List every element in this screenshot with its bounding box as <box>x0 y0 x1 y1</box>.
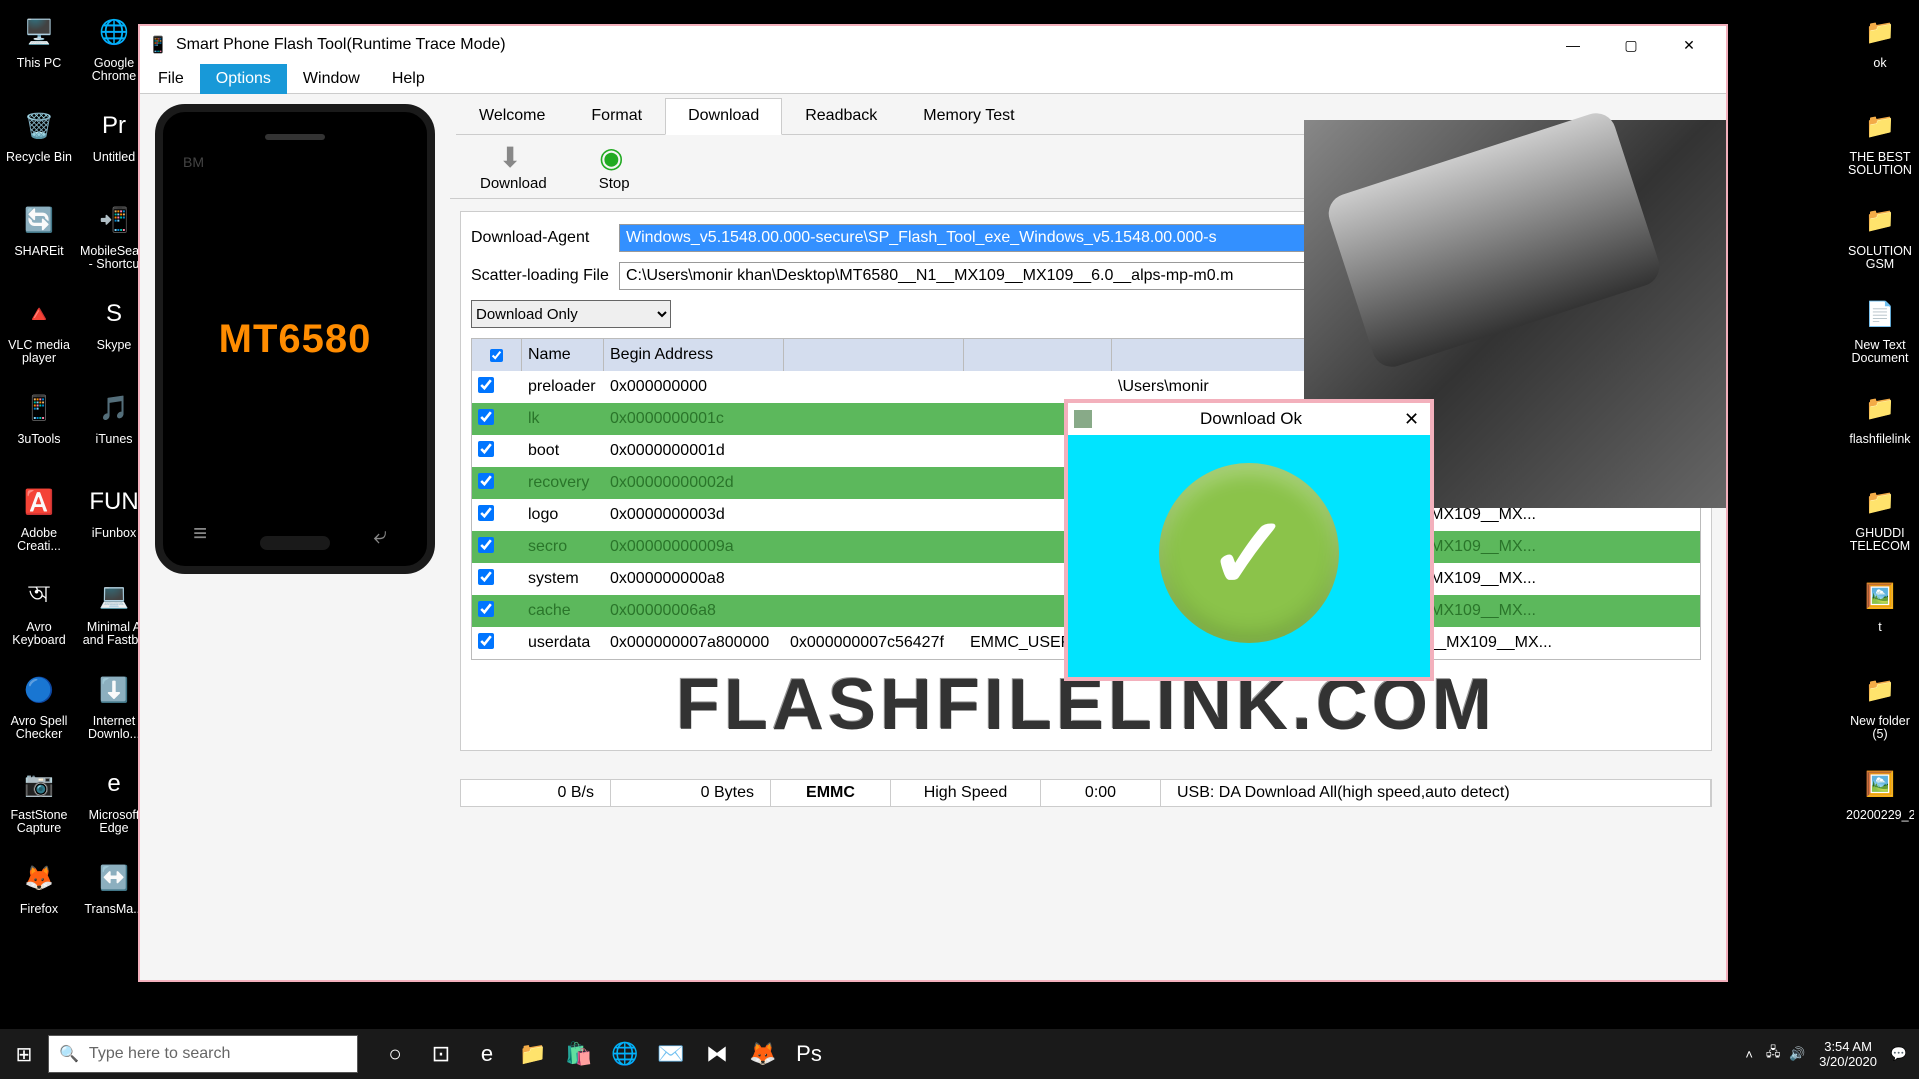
desktop-icon[interactable]: 🔵Avro Spell Checker <box>5 663 73 753</box>
desktop-icon[interactable]: অAvro Keyboard <box>5 569 73 659</box>
menubar: FileOptionsWindowHelp <box>140 64 1726 94</box>
download-button[interactable]: ⬇ Download <box>480 141 547 192</box>
app-window: 📱 Smart Phone Flash Tool(Runtime Trace M… <box>138 24 1728 982</box>
menu-help[interactable]: Help <box>376 64 441 94</box>
window-title: Smart Phone Flash Tool(Runtime Trace Mod… <box>176 36 1544 54</box>
tray-network-icon[interactable]: 🖧 <box>1761 1043 1785 1065</box>
row-checkbox[interactable] <box>478 601 494 617</box>
desktop-icon[interactable]: 🔺VLC media player <box>5 287 73 377</box>
start-button[interactable]: ⊞ <box>0 1029 48 1079</box>
success-checkmark-icon <box>1159 463 1339 643</box>
tray-chevron-icon[interactable]: ˄ <box>1737 1047 1761 1062</box>
download-icon: ⬇ <box>498 141 528 171</box>
desktop-icon[interactable]: 📄New Text Document <box>1846 287 1914 377</box>
taskbar-search[interactable]: 🔍 Type here to search <box>48 1035 358 1073</box>
download-mode-select[interactable]: Download Only <box>471 300 671 328</box>
desktop-icon[interactable]: 🖥️This PC <box>5 5 73 95</box>
mail-taskbar[interactable]: ✉️ <box>648 1029 694 1079</box>
dialog-icon <box>1074 410 1092 428</box>
ps-taskbar[interactable]: Ps <box>786 1029 832 1079</box>
header-end <box>784 339 964 371</box>
row-checkbox[interactable] <box>478 505 494 521</box>
desktop-icon[interactable]: 🗑️Recycle Bin <box>5 99 73 189</box>
desktop-icon[interactable]: 🔄SHAREit <box>5 193 73 283</box>
desktop-icon[interactable]: 🅰️Adobe Creati... <box>5 475 73 565</box>
desktop-icon[interactable]: 📁ok <box>1846 5 1914 95</box>
row-checkbox[interactable] <box>478 473 494 489</box>
dialog-close-button[interactable]: ✕ <box>1404 409 1424 430</box>
phone-preview-panel: BM MT6580 ≡ ⤶ <box>140 94 450 980</box>
firefox-taskbar[interactable]: 🦊 <box>740 1029 786 1079</box>
notifications-button[interactable]: 💬 <box>1887 1046 1911 1062</box>
header-region <box>964 339 1112 371</box>
tray-volume-icon[interactable]: 🔊 <box>1785 1046 1809 1062</box>
explorer-taskbar[interactable]: 📁 <box>510 1029 556 1079</box>
desktop-icon[interactable]: 📁flashfilelink <box>1846 381 1914 471</box>
desktop-icon[interactable]: 📱3uTools <box>5 381 73 471</box>
row-checkbox[interactable] <box>478 569 494 585</box>
phone-graphic: BM MT6580 ≡ ⤶ <box>155 104 435 574</box>
scatter-file-label: Scatter-loading File <box>471 267 619 285</box>
row-checkbox[interactable] <box>478 537 494 553</box>
titlebar: 📱 Smart Phone Flash Tool(Runtime Trace M… <box>140 26 1726 64</box>
edge-taskbar[interactable]: e <box>464 1029 510 1079</box>
search-icon: 🔍 <box>59 1044 79 1064</box>
tab-download[interactable]: Download <box>665 98 782 135</box>
menu-window[interactable]: Window <box>287 64 376 94</box>
cortana-button[interactable]: ○ <box>372 1029 418 1079</box>
desktop-icon[interactable]: 📁New folder (5) <box>1846 663 1914 753</box>
header-name: Name <box>522 339 604 371</box>
desktop-icon[interactable]: 📁GHUDDI TELECOM <box>1846 475 1914 565</box>
desktop-icon[interactable]: 🖼️t <box>1846 569 1914 659</box>
row-checkbox[interactable] <box>478 633 494 649</box>
tab-welcome[interactable]: Welcome <box>456 98 568 134</box>
download-agent-label: Download-Agent <box>471 229 619 247</box>
row-checkbox[interactable] <box>478 377 494 393</box>
app-icon: 📱 <box>148 35 168 55</box>
desktop-icon[interactable]: 🦊Firefox <box>5 851 73 941</box>
stop-icon: ◉ <box>599 141 629 171</box>
dialog-title: Download Ok <box>1098 409 1404 429</box>
taskbar-clock[interactable]: 3:54 AM 3/20/2020 <box>1819 1039 1877 1069</box>
menu-options[interactable]: Options <box>200 64 287 94</box>
header-begin: Begin Address <box>604 339 784 371</box>
stop-button[interactable]: ◉ Stop <box>599 141 630 192</box>
store-taskbar[interactable]: 🛍️ <box>556 1029 602 1079</box>
download-ok-dialog: Download Ok ✕ <box>1064 399 1434 681</box>
menu-file[interactable]: File <box>142 64 200 94</box>
header-checkbox[interactable] <box>472 339 522 371</box>
desktop-icon[interactable]: 📁THE BEST SOLUTION <box>1846 99 1914 189</box>
maximize-button[interactable]: ▢ <box>1602 30 1660 60</box>
task-view-button[interactable]: ⊡ <box>418 1029 464 1079</box>
desktop-icon[interactable]: 🖼️20200229_2... <box>1846 757 1914 847</box>
close-button[interactable]: ✕ <box>1660 30 1718 60</box>
row-checkbox[interactable] <box>478 409 494 425</box>
tab-memory-test[interactable]: Memory Test <box>900 98 1037 134</box>
minimize-button[interactable]: — <box>1544 30 1602 60</box>
statusbar: 0 B/s 0 Bytes EMMC High Speed 0:00 USB: … <box>460 779 1712 807</box>
tab-readback[interactable]: Readback <box>782 98 900 134</box>
desktop-icon[interactable]: 📁SOLUTION GSM <box>1846 193 1914 283</box>
tab-format[interactable]: Format <box>568 98 665 134</box>
vs-taskbar[interactable]: ⧓ <box>694 1029 740 1079</box>
row-checkbox[interactable] <box>478 441 494 457</box>
chrome-taskbar[interactable]: 🌐 <box>602 1029 648 1079</box>
chipset-label: MT6580 <box>219 317 372 362</box>
taskbar: ⊞ 🔍 Type here to search ○ ⊡ e 📁 🛍️ 🌐 ✉️ … <box>0 1029 1919 1079</box>
desktop-icon[interactable]: 📷FastStone Capture <box>5 757 73 847</box>
